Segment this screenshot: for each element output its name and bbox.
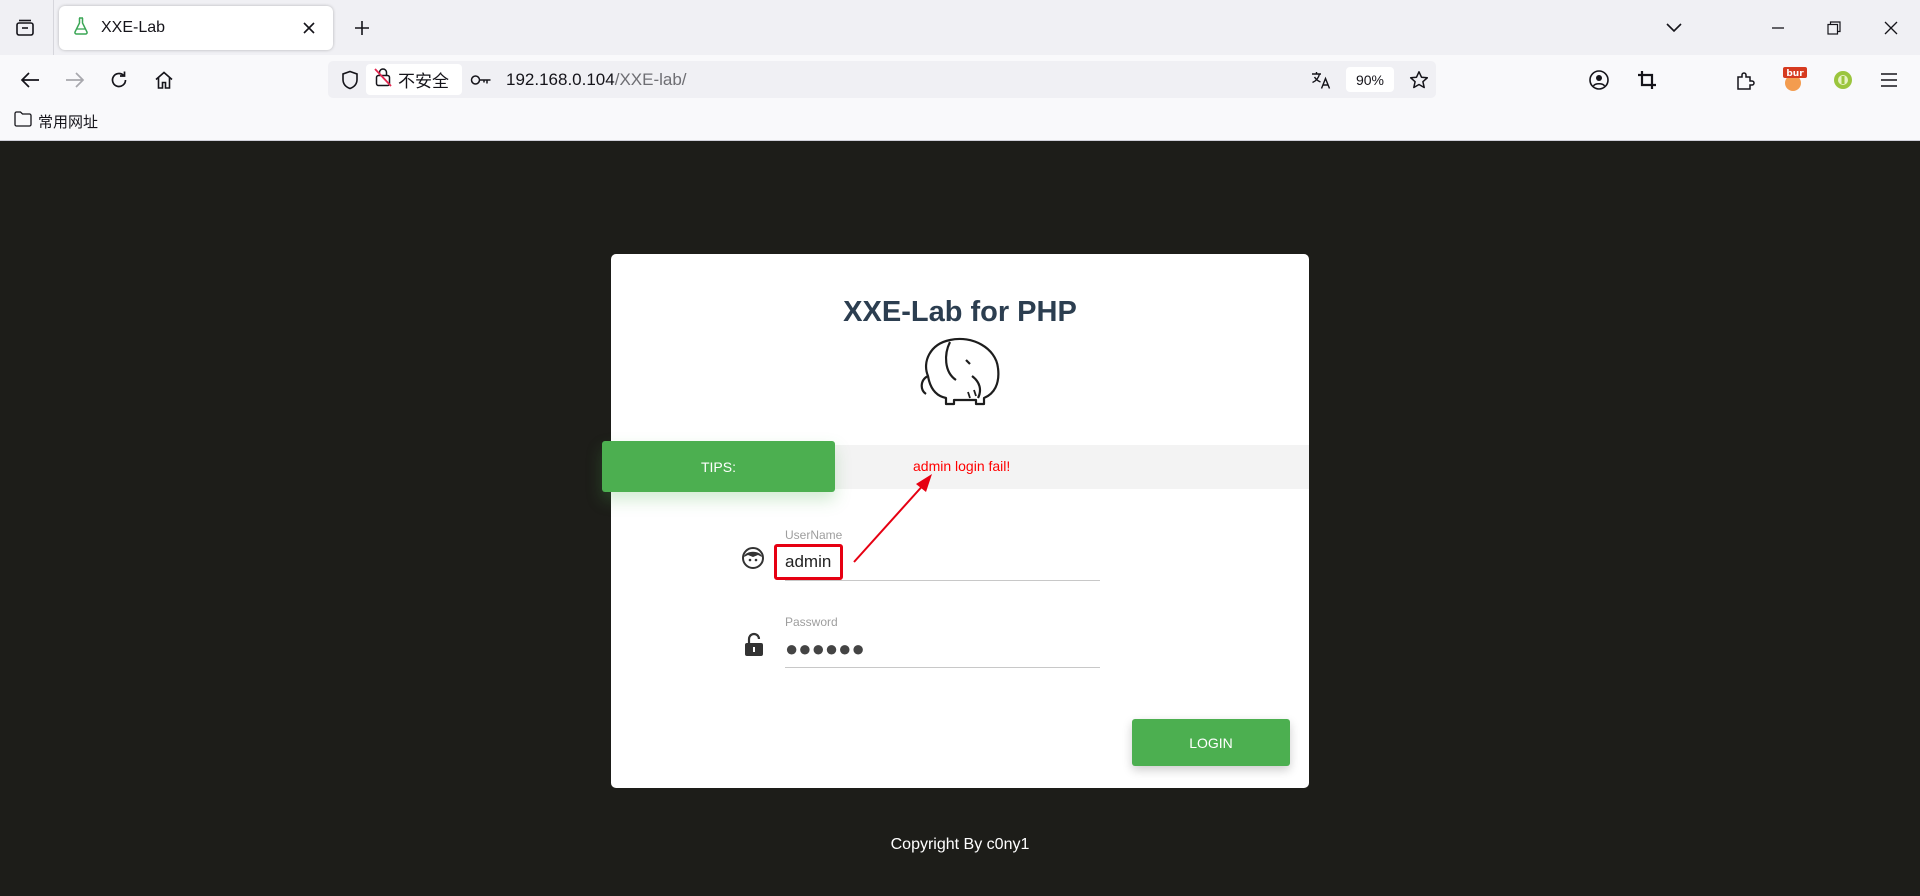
login-button[interactable]: LOGIN [1132, 719, 1290, 766]
tab-list-icon[interactable] [10, 13, 40, 43]
footer-copyright: Copyright By c0ny1 [890, 836, 1030, 853]
crop-icon[interactable] [1631, 64, 1663, 96]
menu-icon[interactable] [1873, 64, 1905, 96]
elephant-logo-icon [914, 332, 1006, 412]
bookmark-label: 常用网址 [38, 114, 99, 131]
username-input[interactable]: admin [774, 544, 843, 580]
extensions-puzzle-icon[interactable] [1729, 64, 1761, 96]
password-input[interactable]: ●●●●●● [785, 636, 865, 662]
username-underline [785, 580, 1100, 581]
username-label: UserName [785, 528, 843, 542]
tab-xxe-lab[interactable]: XXE-Lab [59, 6, 333, 50]
url-text[interactable]: 192.168.0.104/XXE-lab/ [506, 70, 687, 90]
security-label: 不安全 [398, 72, 449, 91]
translate-icon[interactable] [1308, 67, 1334, 93]
burp-badge: bur [1786, 69, 1804, 79]
folder-icon [14, 111, 32, 132]
url-bar[interactable]: 不安全 192.168.0.104/XXE-lab/ 90% [328, 61, 1436, 98]
bookmark-folder[interactable]: 常用网址 [14, 111, 98, 132]
user-avatar-icon [740, 545, 766, 571]
flask-icon [73, 16, 89, 40]
restore-icon[interactable] [1818, 12, 1850, 44]
tab-bar: XXE-Lab [0, 0, 1920, 55]
tips-label: TIPS: [602, 441, 835, 492]
bookmarks-toolbar: 常用网址 [0, 103, 1920, 141]
security-indicator[interactable]: 不安全 [366, 64, 462, 95]
account-icon[interactable] [1583, 64, 1615, 96]
password-label: Password [785, 615, 838, 629]
tab-separator [53, 0, 54, 55]
shield-icon[interactable] [338, 68, 362, 92]
page-title: XXE-Lab for PHP [843, 296, 1077, 328]
unlock-icon [741, 632, 767, 658]
minimize-icon[interactable] [1762, 12, 1794, 44]
bookmark-star-icon[interactable] [1406, 67, 1432, 93]
close-window-icon[interactable] [1875, 12, 1907, 44]
forward-icon[interactable] [59, 64, 91, 96]
burp-extension-icon[interactable]: bur [1778, 64, 1810, 96]
url-path: /XXE-lab/ [614, 70, 687, 89]
home-icon[interactable] [148, 64, 180, 96]
reload-icon[interactable] [103, 64, 135, 96]
new-tab-icon[interactable] [348, 14, 376, 42]
navigation-toolbar: 不安全 192.168.0.104/XXE-lab/ 90% bur [0, 55, 1920, 103]
url-host: 192.168.0.104 [506, 70, 615, 89]
key-icon[interactable] [468, 68, 494, 92]
annotation-arrow [850, 470, 940, 570]
close-tab-icon[interactable] [299, 18, 319, 38]
extension-green-icon[interactable] [1827, 64, 1859, 96]
password-underline [785, 667, 1100, 668]
tab-title: XXE-Lab [101, 19, 166, 36]
chevron-down-icon[interactable] [1658, 12, 1690, 44]
back-icon[interactable] [14, 64, 46, 96]
insecure-lock-icon [374, 67, 392, 92]
login-card: XXE-Lab for PHP [611, 254, 1309, 788]
zoom-level[interactable]: 90% [1346, 67, 1394, 92]
